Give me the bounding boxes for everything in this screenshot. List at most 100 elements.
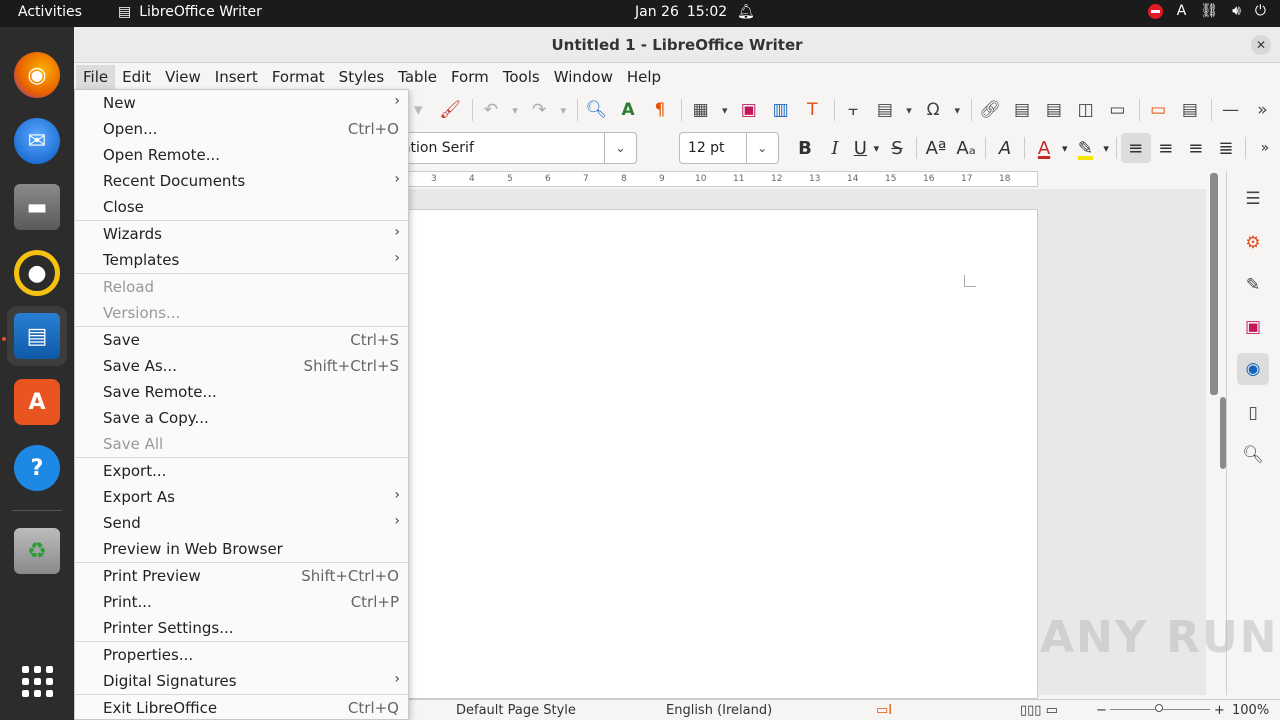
italic-icon[interactable]: I: [820, 133, 850, 163]
clear-formatting-icon[interactable]: A: [990, 133, 1020, 163]
network-icon[interactable]: ⛓: [1200, 3, 1218, 19]
menu-file[interactable]: File: [76, 64, 116, 89]
file-menu-save-as[interactable]: Save As... Shift+Ctrl+S: [75, 353, 408, 379]
formatting-marks-icon[interactable]: ¶: [645, 96, 674, 124]
insert-special-character-icon[interactable]: Ω: [919, 96, 948, 124]
redo-icon[interactable]: ↷: [525, 96, 554, 124]
underline-icon[interactable]: U: [850, 133, 871, 163]
activities-button[interactable]: Activities: [18, 4, 82, 20]
view-layout-icons[interactable]: ▯▯▯ ▭: [1020, 703, 1058, 718]
align-center-icon[interactable]: ≡: [1151, 133, 1181, 163]
clone-formatting-icon[interactable]: 🖌︎: [436, 96, 465, 124]
insert-image-icon[interactable]: ▣: [734, 96, 763, 124]
toolbar-overflow-icon[interactable]: »: [1248, 96, 1277, 124]
dock-app-center[interactable]: A: [7, 372, 67, 432]
notification-bell-icon[interactable]: 🔔︎: [737, 4, 755, 20]
chevron-down-icon[interactable]: ⌄: [745, 133, 778, 163]
insert-field-icon[interactable]: ▤: [871, 96, 900, 124]
undo-icon[interactable]: ↶: [477, 96, 506, 124]
menu-styles[interactable]: Styles: [332, 65, 392, 89]
insert-field-dropdown-icon[interactable]: ▾: [902, 96, 915, 124]
file-menu-properties[interactable]: Properties...: [75, 642, 408, 668]
app-menu[interactable]: ▤ LibreOffice Writer: [118, 4, 262, 20]
file-menu-preview-in-web-browser[interactable]: Preview in Web Browser: [75, 536, 408, 562]
dock-help[interactable]: ?: [7, 438, 67, 498]
insert-comment-icon[interactable]: ▭: [1144, 96, 1173, 124]
menu-view[interactable]: View: [158, 65, 208, 89]
menu-form[interactable]: Form: [444, 65, 496, 89]
file-menu-exit-libreoffice[interactable]: Exit LibreOffice Ctrl+Q: [75, 695, 408, 720]
dock-rhythmbox[interactable]: ●: [7, 243, 67, 303]
gallery-icon[interactable]: ▣: [1237, 311, 1269, 343]
insert-table-dropdown-icon[interactable]: ▾: [718, 96, 731, 124]
dock-firefox[interactable]: ◉: [7, 45, 67, 105]
zoom-in-icon[interactable]: +: [1214, 703, 1225, 718]
dock-trash[interactable]: ♻: [7, 521, 67, 581]
selection-mode-icon[interactable]: ▭I: [876, 703, 892, 718]
strikethrough-icon[interactable]: S: [882, 133, 912, 163]
align-left-icon[interactable]: ≡: [1120, 133, 1151, 163]
properties-icon[interactable]: ⚙: [1237, 227, 1269, 259]
underline-dropdown-icon[interactable]: ▾: [871, 133, 882, 163]
file-menu-save[interactable]: Save Ctrl+S: [75, 327, 408, 353]
document-page[interactable]: [408, 209, 1038, 699]
sidebar-menu-icon[interactable]: ☰: [1237, 183, 1269, 215]
insert-footnote-icon[interactable]: ▤: [1008, 96, 1037, 124]
insert-text-box-icon[interactable]: T: [798, 96, 827, 124]
horizontal-ruler[interactable]: 3 4 5 6 7 8 9 10 11 12 13 14 15 16 17 18: [408, 171, 1038, 187]
navigator-icon[interactable]: ◉: [1237, 353, 1269, 385]
page-style-label[interactable]: Default Page Style: [456, 703, 576, 718]
insert-line-icon[interactable]: —: [1216, 96, 1245, 124]
font-name-combo[interactable]: Liberation Serif ⌄: [367, 132, 637, 164]
dock-libreoffice-writer[interactable]: ▤: [7, 306, 67, 366]
vertical-scrollbar[interactable]: [1210, 173, 1218, 395]
file-menu-new[interactable]: New ›: [75, 90, 408, 116]
dock-show-apps[interactable]: [7, 651, 67, 711]
insert-chart-icon[interactable]: ▥: [766, 96, 795, 124]
language-label[interactable]: English (Ireland): [666, 703, 772, 718]
track-changes-icon[interactable]: ▤: [1176, 96, 1205, 124]
file-menu-open[interactable]: Open... Ctrl+O: [75, 116, 408, 142]
file-menu-print-preview[interactable]: Print Preview Shift+Ctrl+O: [75, 563, 408, 589]
system-tray[interactable]: A ⛓ 🔊︎ ⏻: [1147, 3, 1266, 19]
insert-cross-reference-icon[interactable]: ▭: [1103, 96, 1132, 124]
volume-icon[interactable]: 🔊︎: [1232, 3, 1241, 19]
file-menu-export-as[interactable]: Export As ›: [75, 484, 408, 510]
redo-dropdown-icon[interactable]: ▾: [557, 96, 570, 124]
file-menu-send[interactable]: Send ›: [75, 510, 408, 536]
file-menu-print[interactable]: Print... Ctrl+P: [75, 589, 408, 615]
menu-tools[interactable]: Tools: [496, 65, 547, 89]
file-menu-recent-documents[interactable]: Recent Documents ›: [75, 168, 408, 194]
align-right-icon[interactable]: ≡: [1181, 133, 1211, 163]
toolbar-overflow-icon[interactable]: »: [1250, 133, 1280, 163]
insert-endnote-icon[interactable]: ▤: [1039, 96, 1068, 124]
do-not-disturb-icon[interactable]: [1147, 3, 1163, 19]
menu-insert[interactable]: Insert: [208, 65, 265, 89]
font-color-icon[interactable]: A: [1029, 133, 1059, 163]
file-menu-close[interactable]: Close: [75, 194, 408, 220]
menu-window[interactable]: Window: [547, 65, 620, 89]
file-menu-wizards[interactable]: Wizards ›: [75, 221, 408, 247]
power-icon[interactable]: ⏻: [1255, 3, 1266, 19]
zoom-out-icon[interactable]: −: [1096, 703, 1107, 718]
chevron-down-icon[interactable]: ⌄: [603, 133, 636, 163]
dock-thunderbird[interactable]: ✉: [7, 111, 67, 171]
bold-icon[interactable]: B: [790, 133, 820, 163]
file-menu-printer-settings[interactable]: Printer Settings...: [75, 615, 408, 641]
file-menu-save-a-copy[interactable]: Save a Copy...: [75, 405, 408, 431]
find-replace-icon[interactable]: 🔍︎: [582, 96, 611, 124]
title-bar[interactable]: Untitled 1 - LibreOffice Writer ✕: [74, 27, 1280, 63]
undo-dropdown-icon[interactable]: ▾: [508, 96, 521, 124]
file-menu-digital-signatures[interactable]: Digital Signatures ›: [75, 668, 408, 694]
justify-icon[interactable]: ≣: [1211, 133, 1241, 163]
zoom-level[interactable]: 100%: [1232, 703, 1269, 718]
close-window-button[interactable]: ✕: [1251, 35, 1271, 55]
menu-table[interactable]: Table: [391, 65, 444, 89]
font-color-dropdown-icon[interactable]: ▾: [1059, 133, 1070, 163]
menu-help[interactable]: Help: [620, 65, 668, 89]
special-character-dropdown-icon[interactable]: ▾: [951, 96, 964, 124]
insert-page-break-icon[interactable]: ⫟: [839, 96, 868, 124]
highlight-color-icon[interactable]: ✎: [1070, 133, 1100, 163]
style-inspector-icon[interactable]: 🔍︎: [1237, 439, 1269, 471]
subscript-icon[interactable]: Aₐ: [951, 133, 981, 163]
